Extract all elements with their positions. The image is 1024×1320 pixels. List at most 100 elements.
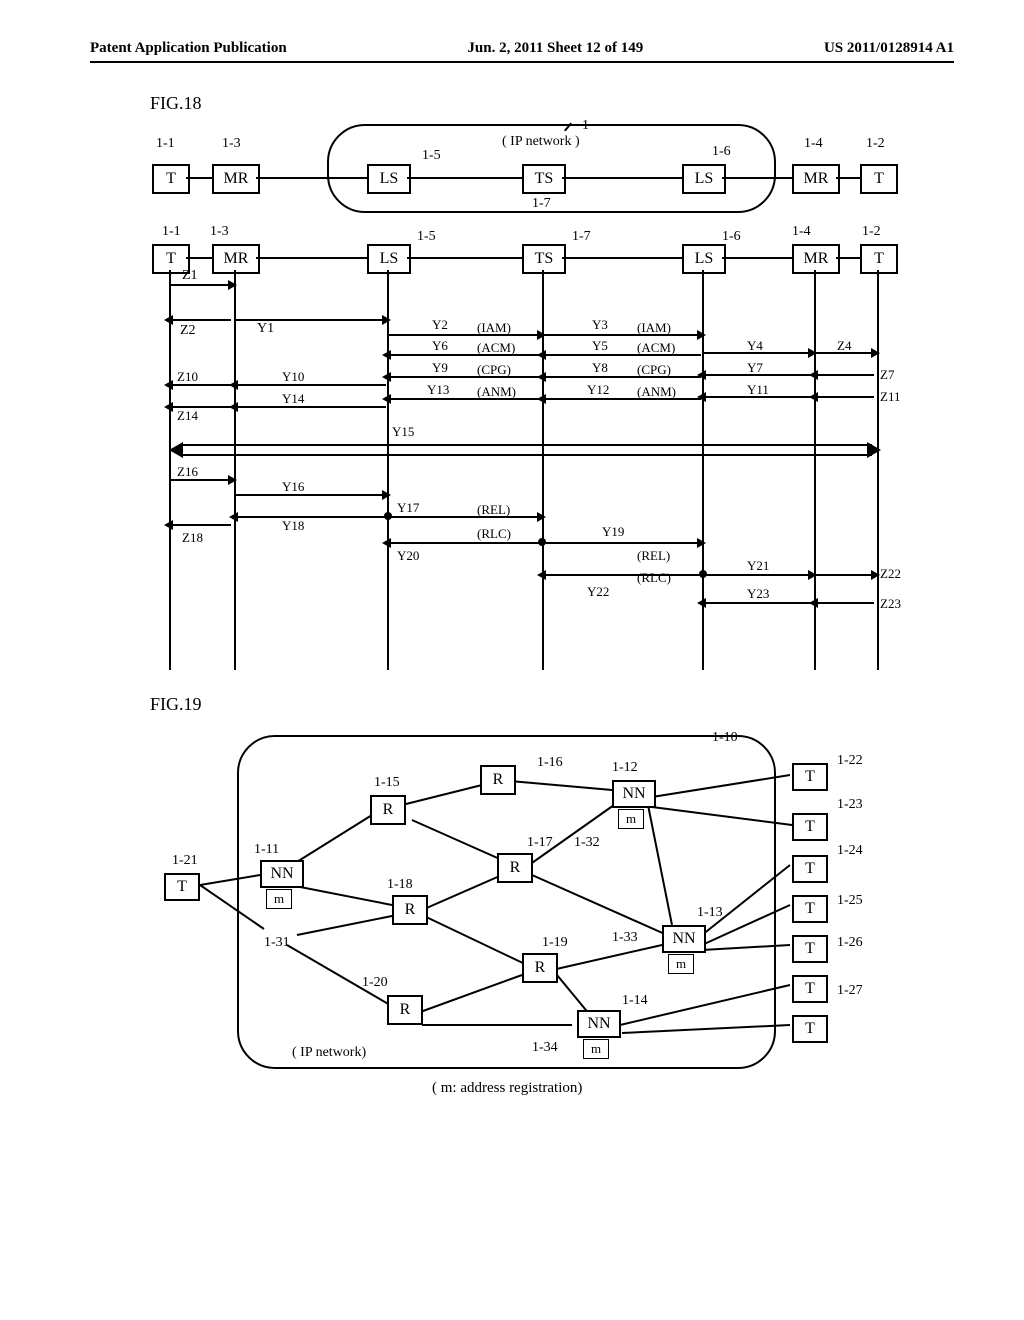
ref-1-16: 1-16 [537, 755, 563, 771]
connector [836, 257, 860, 259]
msg-CPG2: (CPG) [637, 362, 671, 378]
msg-RLC2: (RLC) [637, 570, 671, 586]
msg-Y18 [236, 516, 386, 518]
node-R-17: R [497, 853, 533, 883]
ref: 1-2 [866, 136, 885, 152]
lbl-Y12: Y12 [587, 382, 609, 398]
header-right: US 2011/0128914 A1 [824, 40, 954, 57]
connector [836, 177, 860, 179]
fig18-label: FIG.18 [150, 93, 954, 114]
msg-ANM: (ANM) [477, 384, 516, 400]
node-LS-left: LS [367, 164, 411, 194]
arrow-icon [164, 520, 173, 530]
ref: 1-1 [162, 224, 181, 240]
lbl-Y14: Y14 [282, 391, 304, 407]
msg-Z1 [171, 284, 231, 286]
fig19-footnote: ( m: address registration) [432, 1080, 582, 1097]
msg-Y22 [544, 574, 701, 576]
lbl-Y1: Y1 [257, 321, 274, 337]
lbl-Z1: Z1 [182, 268, 198, 284]
msg-Z2 [171, 319, 231, 321]
arrow-icon [537, 570, 546, 580]
node-m-31: m [266, 889, 292, 909]
ref: 1-3 [222, 136, 241, 152]
header-center: Jun. 2, 2011 Sheet 12 of 149 [467, 40, 643, 57]
ref-1-33: 1-33 [612, 930, 638, 946]
msg-Y15-top [182, 444, 872, 446]
lbl-Z2: Z2 [180, 323, 196, 339]
connector [562, 257, 682, 259]
ref-1-34: 1-34 [532, 1040, 558, 1056]
msg-Y15-bot [182, 454, 872, 456]
arrow-icon [537, 394, 546, 404]
lbl-Y9: Y9 [432, 360, 448, 376]
lbl-Z14: Z14 [177, 408, 198, 424]
node-R-18: R [392, 895, 428, 925]
ref-1-18: 1-18 [387, 877, 413, 893]
lbl-Z22: Z22 [880, 566, 901, 582]
node-LS-right: LS [682, 164, 726, 194]
lbl-Y7: Y7 [747, 360, 763, 376]
seq-T-right: T [860, 244, 898, 274]
lbl-Y19: Y19 [602, 524, 624, 540]
msg-Z7 [816, 374, 874, 376]
connector [722, 257, 792, 259]
seq-TS: TS [522, 244, 566, 274]
node-m-34: m [583, 1039, 609, 1059]
ref: 1-3 [210, 224, 229, 240]
lifeline-T-left [169, 270, 171, 670]
lbl-Y4: Y4 [747, 338, 763, 354]
fig18-diagram: ( IP network ) 1 T MR LS TS LS MR T 1-1 … [142, 124, 902, 684]
ref: 1-4 [792, 224, 811, 240]
seq-MR-left: MR [212, 244, 260, 274]
msg-Z22 [816, 574, 874, 576]
msg-Y21 [704, 574, 812, 576]
msg-ACM2: (ACM) [637, 340, 675, 356]
patent-page: Patent Application Publication Jun. 2, 2… [0, 0, 1024, 1155]
arrow-icon [382, 315, 391, 325]
arrow-icon [537, 372, 546, 382]
arrow-icon [228, 280, 237, 290]
ref-1-17: 1-17 [527, 835, 553, 851]
arrow-icon [382, 538, 391, 548]
arrow-icon [697, 598, 706, 608]
arrow-icon [537, 350, 546, 360]
connector [722, 177, 792, 179]
ref-1-21: 1-21 [172, 853, 198, 869]
ref-1: 1 [582, 118, 589, 134]
lifeline-MR-left [234, 270, 236, 670]
msg-Y13 [389, 398, 541, 400]
msg-REL2: (REL) [637, 548, 670, 564]
ref: 1-1 [156, 136, 175, 152]
fig19-diagram: NN m NN m NN m NN m R R R R R R T T T T … [142, 735, 902, 1115]
node-TS: TS [522, 164, 566, 194]
ref: 1-7 [572, 229, 591, 245]
seq-MR-right: MR [792, 244, 840, 274]
arrow-icon [809, 598, 818, 608]
page-header: Patent Application Publication Jun. 2, 2… [90, 40, 954, 63]
node-NN-11: NN [260, 860, 304, 888]
lbl-Y5: Y5 [592, 338, 608, 354]
ip-network-label-19: ( IP network) [292, 1045, 366, 1061]
ref: 1-5 [417, 229, 436, 245]
seq-LS-left: LS [367, 244, 411, 274]
lbl-Y10: Y10 [282, 369, 304, 385]
msg-ACM: (ACM) [477, 340, 515, 356]
lbl-Y13: Y13 [427, 382, 449, 398]
arrow-icon [697, 370, 706, 380]
arrow-icon [537, 512, 546, 522]
fig19-label: FIG.19 [150, 694, 954, 715]
node-m-33: m [668, 954, 694, 974]
msg-Z23 [816, 602, 874, 604]
arrow-icon [228, 475, 237, 485]
msg-Y20 [389, 542, 541, 544]
msg-IAM2: (IAM) [637, 320, 671, 336]
ref-1-15: 1-15 [374, 775, 400, 791]
arrow-icon [871, 348, 880, 358]
arrow-icon [382, 394, 391, 404]
lbl-Y11: Y11 [747, 382, 769, 398]
msg-Y23 [704, 602, 812, 604]
node-R-20: R [387, 995, 423, 1025]
network-edges [142, 735, 902, 1115]
lbl-Y17: Y17 [397, 500, 419, 516]
